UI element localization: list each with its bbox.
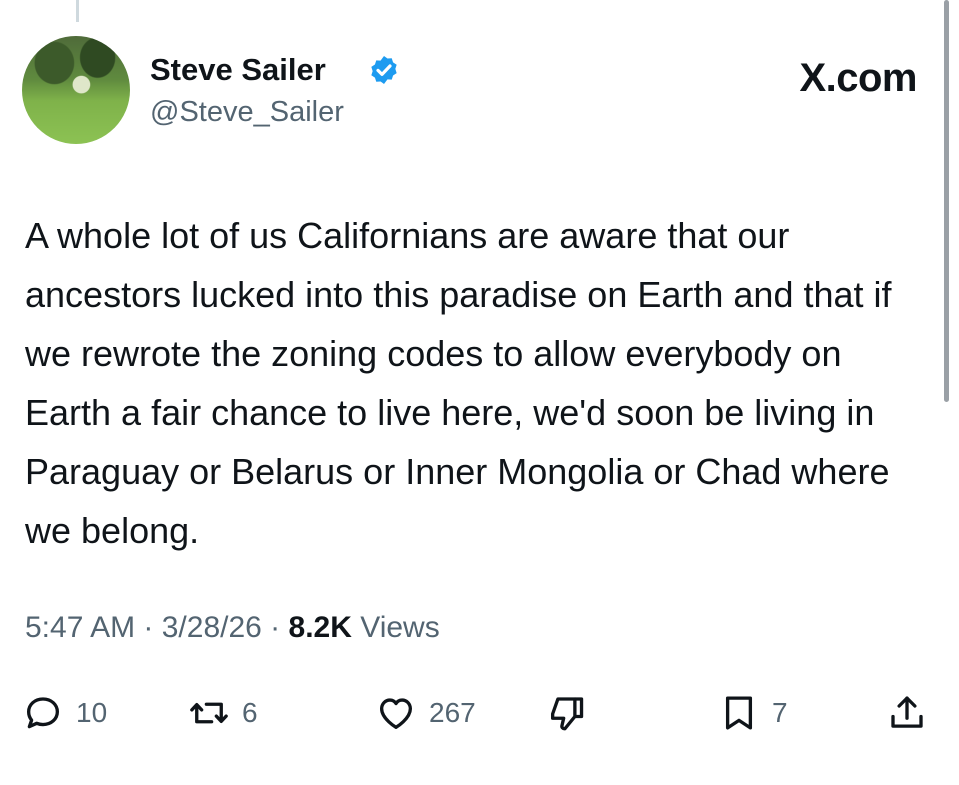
repost-button[interactable]: 6 [188, 688, 258, 738]
repost-icon [190, 702, 228, 724]
dislike-button[interactable] [546, 688, 588, 738]
avatar[interactable] [22, 36, 130, 144]
thread-connector-line [76, 0, 79, 22]
user-handle[interactable]: @Steve_Sailer [150, 95, 344, 129]
meta-separator: · [135, 611, 162, 644]
verified-badge-icon [371, 56, 397, 84]
post-date[interactable]: 3/28/26 [162, 611, 262, 644]
post-time[interactable]: 5:47 AM [25, 611, 135, 644]
tweet-text: A whole lot of us Californians are aware… [25, 215, 892, 551]
like-count: 267 [429, 697, 476, 728]
bookmark-icon [725, 696, 753, 730]
share-button[interactable] [886, 688, 928, 738]
meta-separator: · [261, 611, 289, 644]
share-icon [891, 696, 923, 728]
brand-watermark: X.com [799, 56, 917, 100]
reply-icon [26, 697, 60, 729]
display-name[interactable]: Steve Sailer [150, 52, 326, 88]
action-bar: 10 6 267 7 [0, 688, 959, 738]
bookmark-button[interactable]: 7 [718, 688, 788, 738]
scrollbar[interactable] [944, 0, 949, 402]
views-label: Views [351, 611, 440, 644]
bookmark-count: 7 [772, 697, 788, 728]
views-count: 8.2K [288, 611, 352, 644]
reply-button[interactable]: 10 [22, 688, 107, 738]
heart-icon [379, 698, 413, 730]
tweet-metadata: 5:47 AM · 3/28/26 · 8.2K Views [25, 610, 440, 646]
reply-count: 10 [76, 697, 108, 728]
repost-count: 6 [242, 697, 258, 728]
like-button[interactable]: 267 [375, 688, 476, 738]
thumbs-down-icon [550, 697, 584, 731]
